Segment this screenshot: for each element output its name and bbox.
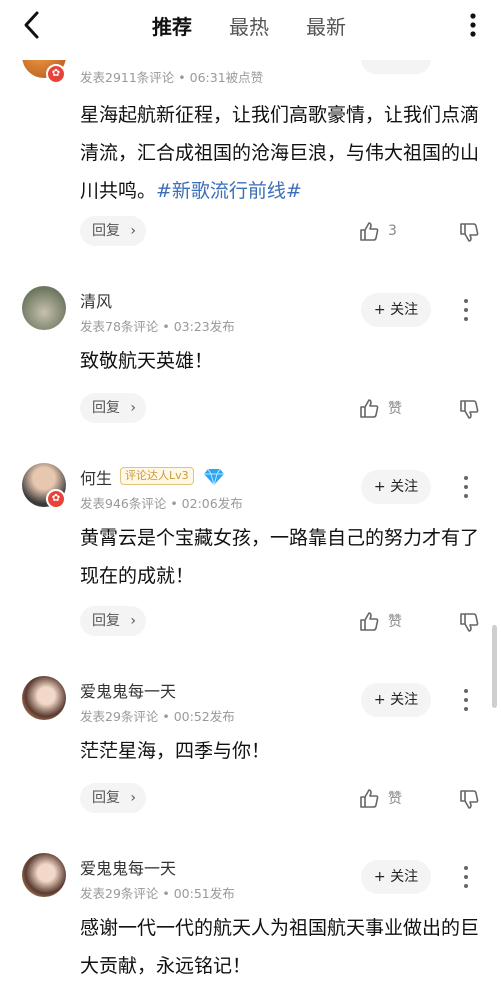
comment-feed[interactable]: ✿ 发表2911条评论 • 06:31被点赞 星海起航新征程，让我们高歌豪情，让…: [0, 50, 501, 992]
thumbs-down-icon: [460, 790, 479, 809]
comment-meta: 发表946条评论 • 02:06发布: [80, 496, 243, 511]
chevron-right-icon: ›: [130, 223, 136, 239]
comment-meta: 发表2911条评论 • 06:31被点赞: [80, 70, 264, 85]
hashtag-link[interactable]: #新歌流行前线#: [156, 180, 302, 202]
more-options-button[interactable]: [458, 687, 474, 713]
chevron-right-icon: ›: [130, 790, 136, 806]
thumbs-up-icon: [360, 612, 379, 631]
comment-meta: 发表29条评论 • 00:52发布: [80, 709, 235, 724]
comment-item: ✿ 何生 评论达人Lv3 发表946条评论 • 02:06发布 + 关注 黄霄云…: [0, 463, 501, 673]
like-button[interactable]: 赞: [358, 608, 402, 634]
like-button[interactable]: 赞: [358, 785, 402, 811]
user-name[interactable]: 爱鬼鬼每一天: [80, 678, 176, 702]
follow-button[interactable]: + 关注: [361, 860, 431, 894]
reply-button[interactable]: 回复 ›: [80, 216, 146, 246]
tab-hot[interactable]: 最热: [229, 11, 269, 40]
more-options-button[interactable]: [458, 864, 474, 890]
comment-item: 清风 发表78条评论 • 03:23发布 + 关注 致敬航天英雄！ 回复 › 赞: [0, 286, 501, 446]
tab-new[interactable]: 最新: [306, 11, 346, 40]
scrollbar[interactable]: [492, 625, 497, 708]
tab-recommend[interactable]: 推荐: [152, 11, 192, 40]
avatar[interactable]: [22, 853, 66, 897]
dislike-button[interactable]: [458, 399, 480, 421]
vertical-ellipsis-icon: [470, 13, 476, 37]
user-name[interactable]: 爱鬼鬼每一天: [80, 855, 176, 879]
vertical-ellipsis-icon: [464, 689, 468, 711]
follow-button[interactable]: + 关注: [361, 470, 431, 504]
vertical-ellipsis-icon: [464, 476, 468, 498]
thumbs-up-icon: [360, 222, 379, 241]
vertical-ellipsis-icon: [464, 866, 468, 888]
chevron-right-icon: ›: [130, 400, 136, 416]
thumbs-down-icon: [460, 400, 479, 419]
more-options-button[interactable]: [458, 297, 474, 323]
top-bar: 推荐 最热 最新: [0, 0, 501, 50]
more-options-button[interactable]: [469, 12, 477, 38]
comment-text: 星海起航新征程，让我们高歌豪情，让我们点滴清流，汇合成祖国的沧海巨浪，与伟大祖国…: [80, 104, 480, 202]
dislike-button[interactable]: [458, 612, 480, 634]
chevron-left-icon: [24, 11, 39, 39]
comment-text: 感谢一代一代的航天人为祖国航天事业做出的巨大贡献，永远铭记！: [80, 917, 480, 977]
follow-button[interactable]: + 关注: [361, 683, 431, 717]
verified-badge-icon: ✿: [46, 64, 66, 84]
reply-button[interactable]: 回复 ›: [80, 606, 146, 636]
comment-text: 茫茫星海，四季与你！: [80, 740, 271, 762]
comment-meta: 发表78条评论 • 03:23发布: [80, 319, 235, 334]
verified-badge-icon: ✿: [46, 489, 66, 509]
user-name[interactable]: 清风: [80, 288, 112, 312]
thumbs-up-icon: [360, 789, 379, 808]
like-button[interactable]: 3: [358, 218, 397, 244]
thumbs-down-icon: [460, 223, 479, 242]
comment-item: 爱鬼鬼每一天 发表29条评论 • 00:52发布 + 关注 茫茫星海，四季与你！…: [0, 676, 501, 836]
chevron-right-icon: ›: [130, 613, 136, 629]
comment-text: 致敬航天英雄！: [80, 350, 214, 372]
level-badge: 评论达人Lv3: [120, 467, 194, 485]
like-label: 赞: [388, 791, 402, 807]
avatar[interactable]: [22, 676, 66, 720]
like-count: 3: [388, 223, 397, 239]
back-button[interactable]: [16, 8, 50, 42]
thumbs-up-icon: [360, 399, 379, 418]
comment-item: ✿ 发表2911条评论 • 06:31被点赞 星海起航新征程，让我们高歌豪情，让…: [0, 50, 501, 260]
dislike-button[interactable]: [458, 222, 480, 244]
dislike-button[interactable]: [458, 789, 480, 811]
follow-button[interactable]: [361, 50, 431, 74]
more-options-button[interactable]: [458, 474, 474, 500]
thumbs-down-icon: [460, 613, 479, 632]
like-label: 赞: [388, 614, 402, 630]
comment-meta: 发表29条评论 • 00:51发布: [80, 886, 235, 901]
like-button[interactable]: 赞: [358, 395, 402, 421]
reply-button[interactable]: 回复 ›: [80, 783, 146, 813]
vertical-ellipsis-icon: [464, 299, 468, 321]
like-label: 赞: [388, 401, 402, 417]
user-name[interactable]: 何生: [80, 465, 112, 489]
avatar[interactable]: [22, 286, 66, 330]
comment-text: 黄霄云是个宝藏女孩，一路靠自己的努力才有了现在的成就！: [80, 527, 480, 587]
reply-button[interactable]: 回复 ›: [80, 393, 146, 423]
follow-button[interactable]: + 关注: [361, 293, 431, 327]
diamond-icon: [203, 465, 225, 487]
comment-item: 爱鬼鬼每一天 发表29条评论 • 00:51发布 + 关注 感谢一代一代的航天人…: [0, 853, 501, 992]
